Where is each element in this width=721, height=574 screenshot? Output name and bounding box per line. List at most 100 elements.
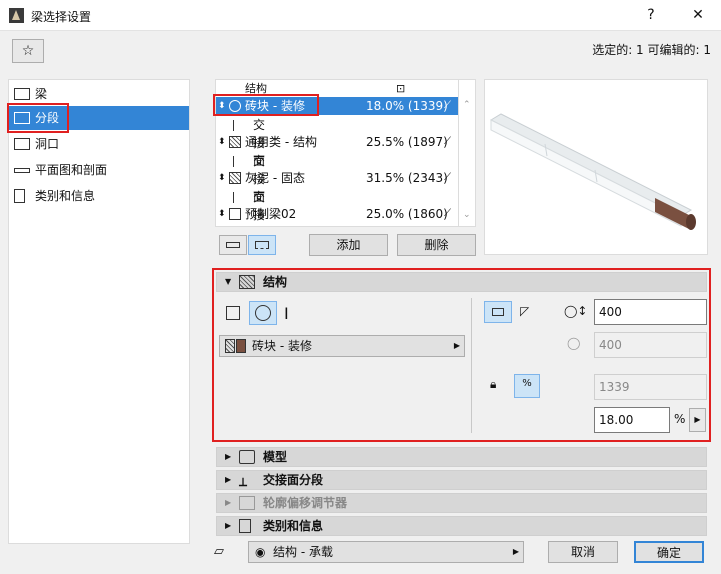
classification-panel-header[interactable]: ▶ 类别和信息 [216, 516, 707, 536]
segment-name: 预制梁02 [245, 207, 297, 221]
hole-icon [14, 138, 30, 150]
segment-row[interactable]: ⬍ 灰泥 - 固态 31.5% (2343) ⟋ [216, 169, 458, 187]
material-dropdown[interactable]: 砖块 - 装修 ▶ [219, 335, 465, 357]
cancel-button[interactable]: 取消 [548, 541, 618, 563]
nav-highlight [7, 103, 69, 133]
view-toggle-segmented[interactable] [248, 235, 276, 255]
drag-handle-icon[interactable]: ⬍ [218, 205, 226, 223]
classification-icon [239, 519, 251, 533]
nav-item-classification[interactable]: 类别和信息 [9, 184, 189, 208]
connection-icon: ⟂ [239, 475, 248, 489]
length-column-icon: ⊡ [396, 82, 406, 95]
segment-percent: 25.0% (1860) [366, 207, 448, 221]
panel-title: 交接面分段 [263, 473, 324, 487]
length-input: 1339 [594, 374, 707, 400]
ok-button[interactable]: 确定 [634, 541, 704, 563]
expand-icon: ▶ [225, 498, 232, 507]
link-icon[interactable]: ⟋ [444, 205, 451, 223]
segment-percent: 31.5% (2343) [366, 171, 448, 185]
favorites-button[interactable]: ☆ [12, 39, 44, 63]
connection-panel-header[interactable]: ▶ ⟂ 交接面分段 [216, 470, 707, 490]
layer-name: 结构 - 承载 [273, 545, 333, 559]
material-swatch-icon [229, 136, 241, 148]
percent-menu-button[interactable]: ▶ [689, 408, 706, 432]
expand-icon: ▶ [225, 521, 232, 530]
model-panel-header[interactable]: ▶ 模型 [216, 447, 707, 467]
collapse-icon: ▼ [225, 277, 232, 286]
selection-info: 选定的: 1 可编辑的: 1 [592, 43, 711, 57]
width-input[interactable]: 400 [594, 299, 707, 325]
title-bar: 梁选择设置 ? ✕ [0, 0, 721, 31]
nav-item-hole[interactable]: 洞口 [9, 132, 189, 156]
window-title: 梁选择设置 [31, 10, 92, 24]
layer-dropdown[interactable]: ◉ 结构 - 承载 ▶ [248, 541, 524, 563]
beam-icon [14, 88, 30, 100]
structure-icon [239, 275, 255, 289]
material-hatch-icon [225, 339, 235, 353]
offset-panel-header: ▶ 轮廓偏移调节器 [216, 493, 707, 513]
scroll-down-icon[interactable]: ⌄ [463, 210, 471, 220]
panel-title: 结构 [263, 275, 288, 289]
expand-icon: ▶ [225, 452, 232, 461]
nav-item-label: 梁 [35, 87, 48, 101]
table-scrollbar[interactable]: ⌃ ⌄ [459, 79, 476, 227]
segment-name: 通用类 - 结构 [245, 135, 317, 149]
height-icon: ◯ [567, 336, 581, 350]
nav-item-floorplan[interactable]: 平面图和剖面 [9, 158, 189, 182]
add-segment-button[interactable]: 添加 [309, 234, 388, 256]
material-color-icon [236, 339, 246, 353]
connection-line [233, 120, 234, 131]
drag-handle-icon[interactable]: ⬍ [218, 133, 226, 151]
segment-row[interactable]: ⬍ 通用类 - 结构 25.5% (1897) ⟋ [216, 133, 458, 151]
profile-icon [229, 208, 241, 220]
segment-percent: 25.5% (1897) [366, 135, 448, 149]
height-input: 400 [594, 332, 707, 358]
material-name: 砖块 - 装修 [252, 339, 312, 353]
scroll-up-icon[interactable]: ⌃ [463, 100, 471, 110]
material-swatch-icon [229, 172, 241, 184]
width-icon: ◯↕ [564, 304, 588, 318]
close-button[interactable]: ✕ [684, 5, 712, 25]
nav-item-label: 类别和信息 [35, 189, 96, 203]
lock-icon[interactable]: 🔒︎ [490, 377, 496, 392]
link-icon[interactable]: ⟋ [444, 97, 451, 115]
percent-unit: % [674, 412, 686, 426]
floorplan-section-icon [14, 168, 30, 173]
panel-title: 类别和信息 [263, 519, 324, 533]
shape-profile-button[interactable]: I [284, 304, 289, 323]
beam-preview [484, 79, 708, 255]
segment-row[interactable]: ⬍ 预制梁02 25.0% (1860) ⟋ [216, 205, 458, 223]
beam-3d-preview [489, 113, 696, 230]
nav-item-label: 平面图和剖面 [35, 163, 108, 177]
shape-rectangle-button[interactable] [222, 303, 244, 323]
connection-line [233, 156, 234, 167]
model-icon [239, 450, 255, 464]
nav-item-label: 洞口 [35, 137, 60, 151]
percent-mode-button[interactable]: % [514, 374, 540, 398]
panel-title: 轮廓偏移调节器 [263, 496, 348, 510]
tapered-beam-button[interactable]: ◸ [520, 304, 529, 318]
panel-divider [471, 298, 472, 433]
dropdown-arrow-icon: ▶ [453, 341, 460, 350]
help-button[interactable]: ? [637, 5, 665, 25]
layer-icon: ▱ [214, 544, 224, 559]
connection-line [233, 192, 234, 203]
drag-handle-icon[interactable]: ⬍ [218, 169, 226, 187]
offset-icon [239, 496, 255, 510]
dropdown-arrow-icon: ▶ [512, 547, 519, 556]
straight-beam-button[interactable] [484, 301, 512, 323]
structure-panel-header[interactable]: ▼ 结构 [216, 272, 707, 292]
delete-segment-button[interactable]: 删除 [397, 234, 476, 256]
segment-name: 灰泥 - 固态 [245, 171, 305, 185]
view-toggle-straight[interactable] [219, 235, 247, 255]
link-icon[interactable]: ⟋ [444, 133, 451, 151]
percent-input[interactable]: 18.00 [594, 407, 670, 433]
app-icon [9, 8, 24, 23]
classification-icon [14, 189, 25, 203]
expand-icon: ▶ [225, 475, 232, 484]
shape-circle-button[interactable] [249, 301, 277, 325]
row-highlight [213, 94, 319, 116]
link-icon[interactable]: ⟋ [444, 169, 451, 187]
panel-title: 模型 [263, 450, 288, 464]
visibility-icon: ◉ [255, 545, 266, 559]
